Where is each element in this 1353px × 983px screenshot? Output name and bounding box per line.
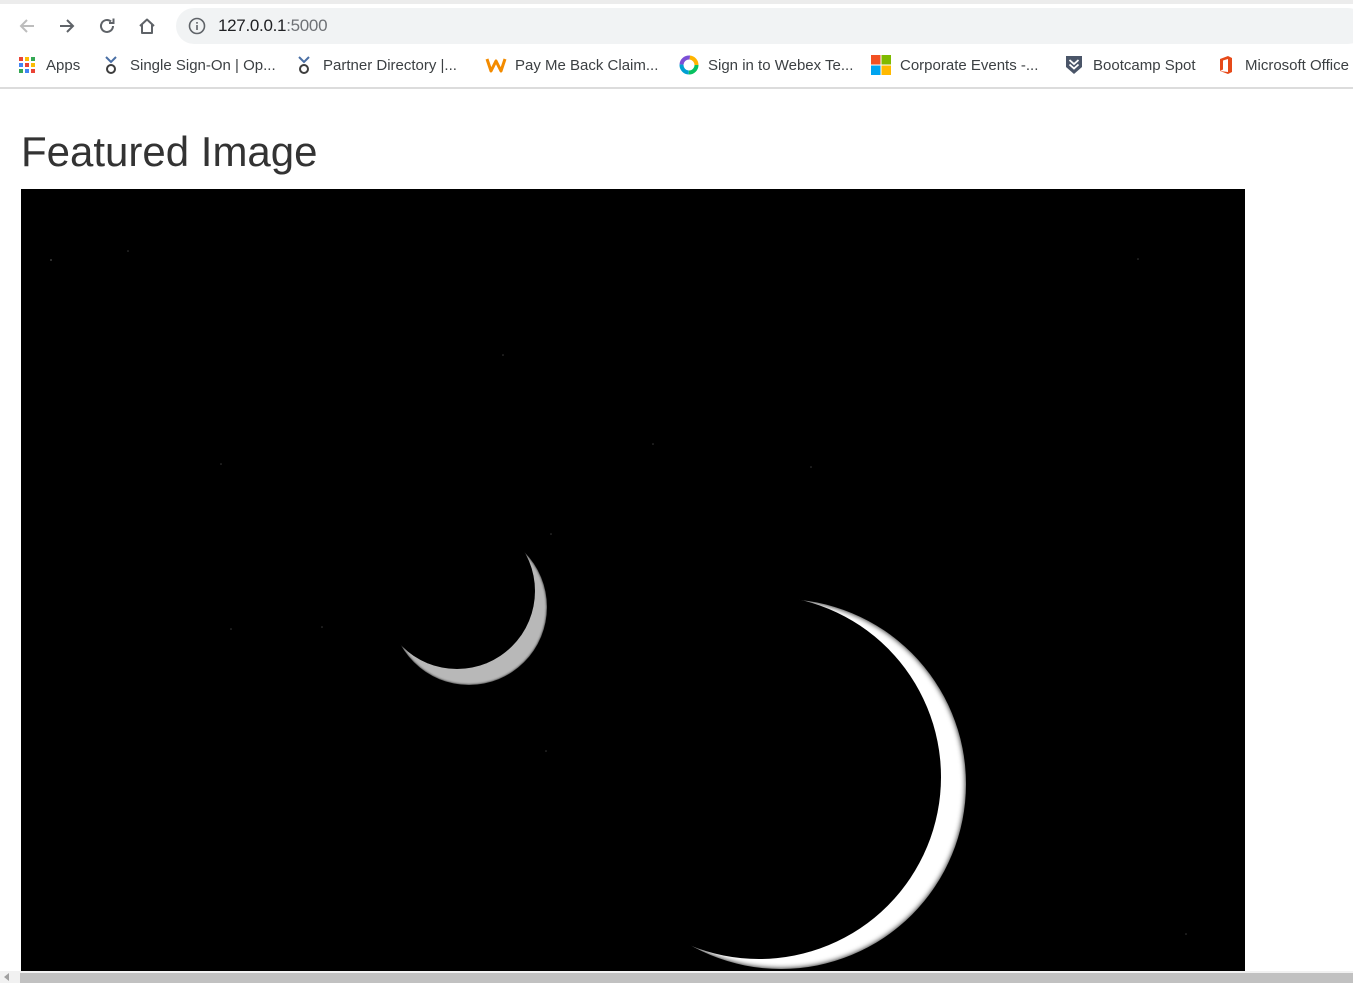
bookmarks-bar: Apps Single Sign-On | Op... Partner Dire… <box>0 46 1353 89</box>
bookmark-webex[interactable]: Sign in to Webex Te... <box>678 54 853 76</box>
office-icon <box>1215 54 1237 76</box>
arrow-right-icon <box>60 19 75 33</box>
bookmark-label: Apps <box>46 56 81 74</box>
bookmark-label: Partner Directory |... <box>323 56 457 74</box>
horizontal-scrollbar[interactable] <box>0 971 1353 983</box>
featured-image <box>21 189 1245 971</box>
bookmark-apps[interactable]: Apps <box>16 54 80 76</box>
webex-icon <box>678 54 700 76</box>
bookmark-corporate-events[interactable]: Corporate Events -... <box>870 54 1038 76</box>
info-icon[interactable] <box>188 17 206 35</box>
scrollbar-thumb[interactable] <box>20 973 1353 983</box>
apps-grid-icon <box>16 54 38 76</box>
shield-chevron-icon <box>1063 54 1085 76</box>
bookmark-partner-directory[interactable]: Partner Directory |... <box>293 54 457 76</box>
bookmark-bootcamp-spot[interactable]: Bootcamp Spot <box>1063 54 1196 76</box>
bookmark-label: Sign in to Webex Te... <box>708 56 854 74</box>
crescent-moons-space-image <box>21 189 1245 971</box>
arrow-left-icon <box>19 19 34 33</box>
home-icon <box>139 18 155 34</box>
bookmark-label: Corporate Events -... <box>900 56 1039 74</box>
url-host: 127.0.0.1 <box>218 16 287 35</box>
back-button[interactable] <box>12 12 42 40</box>
bookmark-label: Bootcamp Spot <box>1093 56 1196 74</box>
bookmark-pay-me-back[interactable]: Pay Me Back Claim... <box>485 54 658 76</box>
bookmark-label: Single Sign-On | Op... <box>130 56 276 74</box>
bookmark-microsoft-office[interactable]: Microsoft Office <box>1215 54 1349 76</box>
forward-button[interactable] <box>52 12 82 40</box>
browser-toolbar: 127.0.0.1:5000 <box>0 0 1353 46</box>
reload-icon <box>100 18 115 33</box>
scroll-left-icon[interactable] <box>3 973 11 981</box>
workday-icon <box>485 54 507 76</box>
page-title: Featured Image <box>21 128 318 175</box>
url-text[interactable]: 127.0.0.1:5000 <box>218 8 328 44</box>
url-port: :5000 <box>286 16 328 35</box>
bookmark-single-sign-on[interactable]: Single Sign-On | Op... <box>100 54 276 76</box>
home-button[interactable] <box>132 12 162 40</box>
bookmark-label: Pay Me Back Claim... <box>515 56 659 74</box>
okta-icon <box>293 54 315 76</box>
okta-icon <box>100 54 122 76</box>
microsoft-icon <box>870 54 892 76</box>
reload-button[interactable] <box>92 12 122 40</box>
bookmark-label: Microsoft Office <box>1245 56 1349 74</box>
address-bar[interactable]: 127.0.0.1:5000 <box>176 8 1353 44</box>
